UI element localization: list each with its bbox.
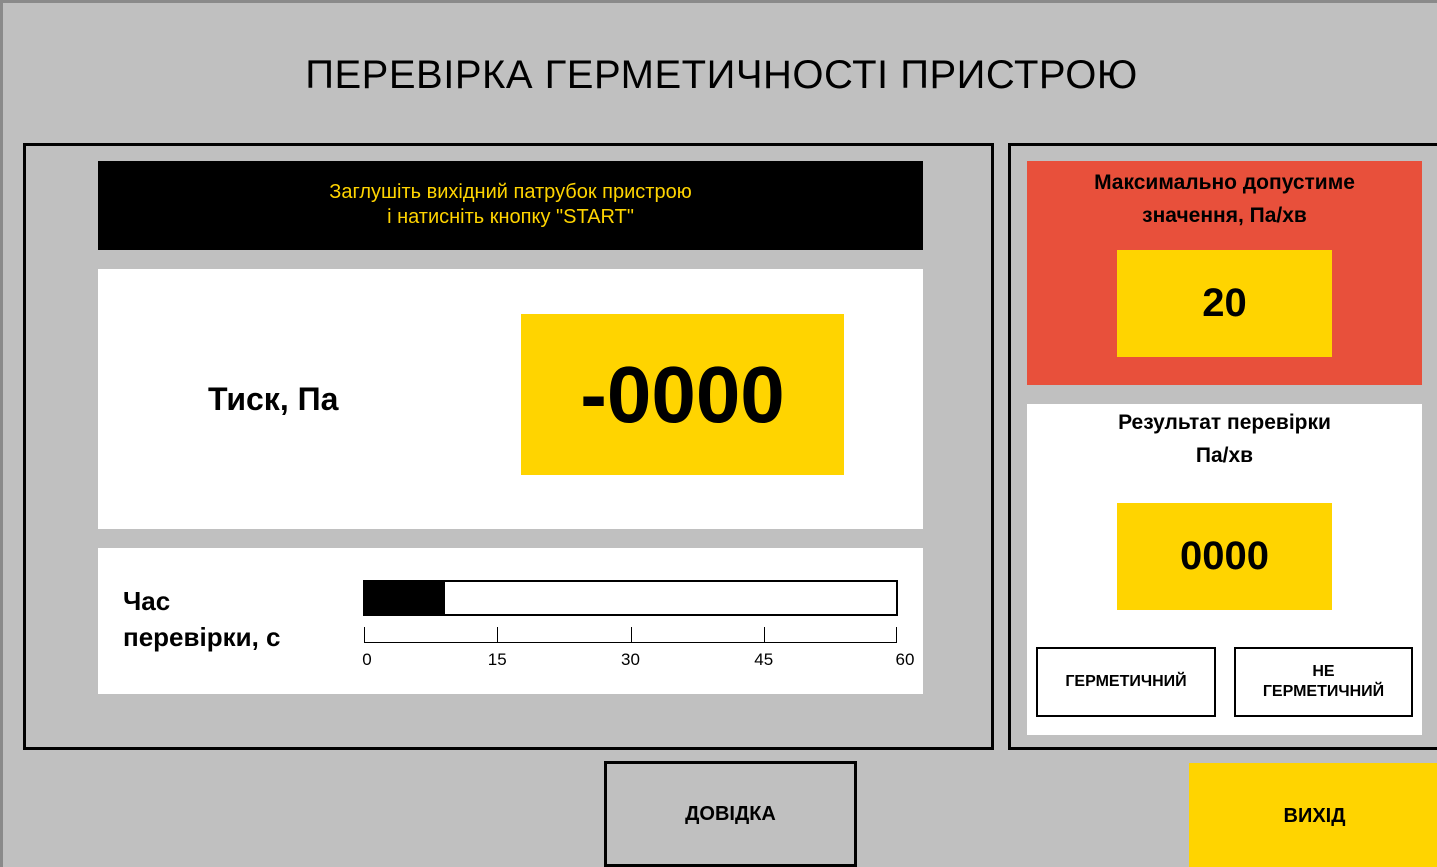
hmi-screen: ПЕРЕВІРКА ГЕРМЕТИЧНОСТІ ПРИСТРОЮ Заглуші… <box>0 0 1437 867</box>
timer-progress-bar <box>363 580 898 616</box>
timer-scale-tick <box>896 627 897 643</box>
unsealed-indicator: НЕ ГЕРМЕТИЧНИЙ <box>1234 647 1413 717</box>
test-result-title-line-2: Па/хв <box>1195 444 1254 467</box>
sealed-indicator: ГЕРМЕТИЧНИЙ <box>1036 647 1216 717</box>
test-result-title-line-1: Результат перевірки <box>1118 411 1331 434</box>
instruction-line-2: і натисніть кнопку "START" <box>387 206 634 228</box>
page-title: ПЕРЕВІРКА ГЕРМЕТИЧНОСТІ ПРИСТРОЮ <box>305 53 1138 97</box>
timer-scale-tick-label: 0 <box>362 650 372 669</box>
timer-label-line-1: Час <box>123 586 171 616</box>
pressure-value-display: -0000 <box>521 314 844 475</box>
instruction-banner: Заглушіть вихідний патрубок пристрою і н… <box>98 161 923 250</box>
timer-progress-fill <box>365 582 445 614</box>
timer-scale-tick <box>364 627 365 643</box>
unsealed-indicator-label-line-1: НЕ <box>1312 663 1335 680</box>
unsealed-indicator-label-line-2: ГЕРМЕТИЧНИЙ <box>1262 683 1385 700</box>
timer-scale-tick-label: 30 <box>621 650 640 669</box>
timer-scale-tick-label: 60 <box>895 650 915 669</box>
timer-scale-tick <box>630 627 632 643</box>
timer-label-line-2: перевірки, с <box>123 622 281 652</box>
timer-scale-tick <box>497 627 499 643</box>
pressure-label: Тиск, Па <box>208 381 339 417</box>
sealed-indicator-label: ГЕРМЕТИЧНИЙ <box>1065 673 1187 690</box>
timer-scale-tick-label: 15 <box>487 650 507 669</box>
max-allowed-value[interactable]: 20 <box>1117 250 1332 357</box>
test-result-value: 0000 <box>1117 503 1332 610</box>
instruction-line-1: Заглушіть вихідний патрубок пристрою <box>329 181 692 203</box>
max-allowed-title: Максимально допустиме значення, Па/хв <box>1027 166 1422 232</box>
timer-scale-tick-label: 45 <box>754 650 774 669</box>
timer-scale <box>364 623 897 643</box>
max-allowed-title-line-1: Максимально допустиме <box>1094 171 1355 194</box>
help-button[interactable]: ДОВІДКА <box>604 761 857 867</box>
test-result-title: Результат перевірки Па/хв <box>1027 406 1422 472</box>
timer-scale-tick <box>763 627 765 643</box>
max-allowed-title-line-2: значення, Па/хв <box>1142 204 1307 227</box>
timer-label: Час перевірки, с <box>123 583 281 655</box>
exit-button[interactable]: ВИХІД <box>1189 763 1437 867</box>
